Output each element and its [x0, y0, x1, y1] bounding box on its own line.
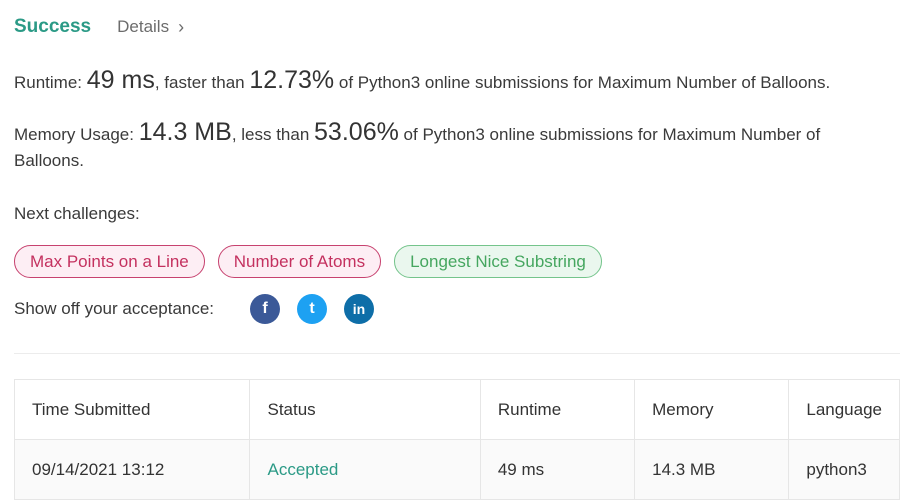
cell-memory: 14.3 MB: [634, 439, 790, 500]
column-header-time: Time Submitted: [13, 379, 251, 440]
twitter-icon[interactable]: t: [297, 294, 327, 324]
runtime-percent: 12.73%: [249, 66, 335, 94]
cell-time: 09/14/2021 13:12: [13, 439, 251, 500]
next-challenges-label: Next challenges:: [14, 204, 140, 223]
result-header: Success Details ›: [14, 16, 184, 38]
details-label: Details: [117, 17, 170, 36]
linkedin-icon[interactable]: in: [344, 294, 374, 324]
status-accepted-link[interactable]: Accepted: [249, 439, 481, 500]
runtime-mid: , faster than: [154, 73, 250, 92]
runtime-label: Runtime:: [14, 73, 87, 92]
submission-table: Time Submitted Status Runtime Memory Lan…: [13, 379, 900, 500]
facebook-icon[interactable]: f: [250, 294, 280, 324]
divider: [14, 353, 900, 354]
cell-language: python3: [788, 439, 900, 500]
challenge-chip-longest-nice-substring[interactable]: Longest Nice Substring: [394, 245, 602, 278]
challenge-chip-number-of-atoms[interactable]: Number of Atoms: [217, 245, 382, 278]
runtime-summary: Runtime: 49 ms, faster than 12.73% of Py…: [14, 66, 830, 95]
chevron-right-icon: ›: [178, 17, 185, 37]
memory-mid: , less than: [231, 125, 315, 144]
share-row: Show off your acceptance: f t in: [14, 294, 391, 324]
details-link[interactable]: Details ›: [117, 17, 184, 37]
column-header-runtime: Runtime: [479, 379, 636, 440]
success-status: Success: [14, 16, 92, 37]
table-row: 09/14/2021 13:12 Accepted 49 ms 14.3 MB …: [13, 439, 900, 500]
memory-summary: Memory Usage: 14.3 MB, less than 53.06% …: [14, 119, 854, 174]
memory-label: Memory Usage:: [14, 125, 139, 144]
table-header-row: Time Submitted Status Runtime Memory Lan…: [13, 379, 900, 440]
column-header-memory: Memory: [634, 379, 790, 440]
cell-runtime: 49 ms: [479, 439, 636, 500]
challenge-list: Max Points on a Line Number of Atoms Lon…: [14, 245, 615, 278]
runtime-suffix: of Python3 online submissions for Maximu…: [334, 73, 831, 92]
share-label: Show off your acceptance:: [14, 299, 215, 318]
column-header-language: Language: [788, 379, 900, 440]
memory-value: 14.3 MB: [138, 118, 232, 146]
runtime-value: 49 ms: [86, 66, 155, 94]
challenge-chip-max-points[interactable]: Max Points on a Line: [14, 245, 205, 278]
memory-percent: 53.06%: [314, 118, 399, 146]
column-header-status: Status: [249, 379, 481, 440]
